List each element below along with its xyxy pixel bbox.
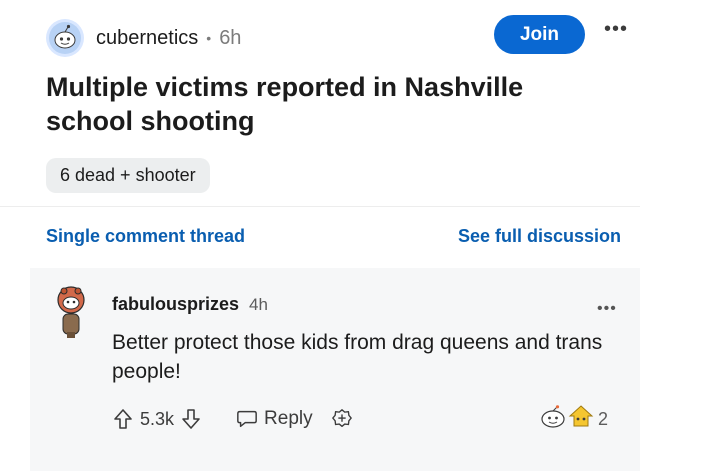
divider <box>0 206 640 207</box>
reply-icon <box>236 408 258 430</box>
meta-separator: • <box>206 30 212 46</box>
award-snoo-icon <box>538 404 568 435</box>
subreddit-avatar[interactable] <box>46 19 84 57</box>
post-time: 6h <box>219 26 242 49</box>
reply-button[interactable]: Reply <box>236 408 313 430</box>
join-button[interactable]: Join <box>494 15 585 54</box>
post-more-options-icon[interactable]: ••• <box>604 19 628 39</box>
post-title[interactable]: Multiple victims reported in Nashville s… <box>46 70 606 138</box>
comment-time: 4h <box>249 295 268 314</box>
post-card: cubernetics • 6h Join ••• Multiple victi… <box>0 0 704 268</box>
post-meta-row: cubernetics • 6h <box>46 16 241 60</box>
downvote-icon[interactable] <box>180 408 202 430</box>
subreddit-name[interactable]: cubernetics <box>96 27 198 50</box>
vote-count: 5.3k <box>140 408 175 429</box>
award-gold-icon <box>568 404 594 435</box>
comment-body: Better protect those kids from drag quee… <box>112 331 603 383</box>
commenter-username[interactable]: fabulousprizes <box>112 294 239 315</box>
commenter-avatar-icon <box>57 286 85 338</box>
comment-card: fabulousprizes 4h ••• Better protect tho… <box>30 268 640 471</box>
subreddit-avatar-icon <box>49 22 81 54</box>
post-flair: 6 dead + shooter <box>46 158 210 193</box>
comment-awards[interactable]: 2 <box>538 404 608 434</box>
give-award-icon[interactable] <box>331 408 353 430</box>
comment-more-options-icon[interactable]: ••• <box>597 300 617 318</box>
commenter-avatar[interactable] <box>50 282 92 342</box>
see-full-discussion-link[interactable]: See full discussion <box>458 226 621 247</box>
award-count: 2 <box>598 408 609 429</box>
upvote-icon[interactable] <box>112 408 134 430</box>
single-comment-thread-link[interactable]: Single comment thread <box>46 226 245 247</box>
comment-meta-row: fabulousprizes 4h <box>112 294 268 315</box>
reply-label: Reply <box>264 408 313 429</box>
comment-actions: 5.3k Reply <box>112 404 353 434</box>
